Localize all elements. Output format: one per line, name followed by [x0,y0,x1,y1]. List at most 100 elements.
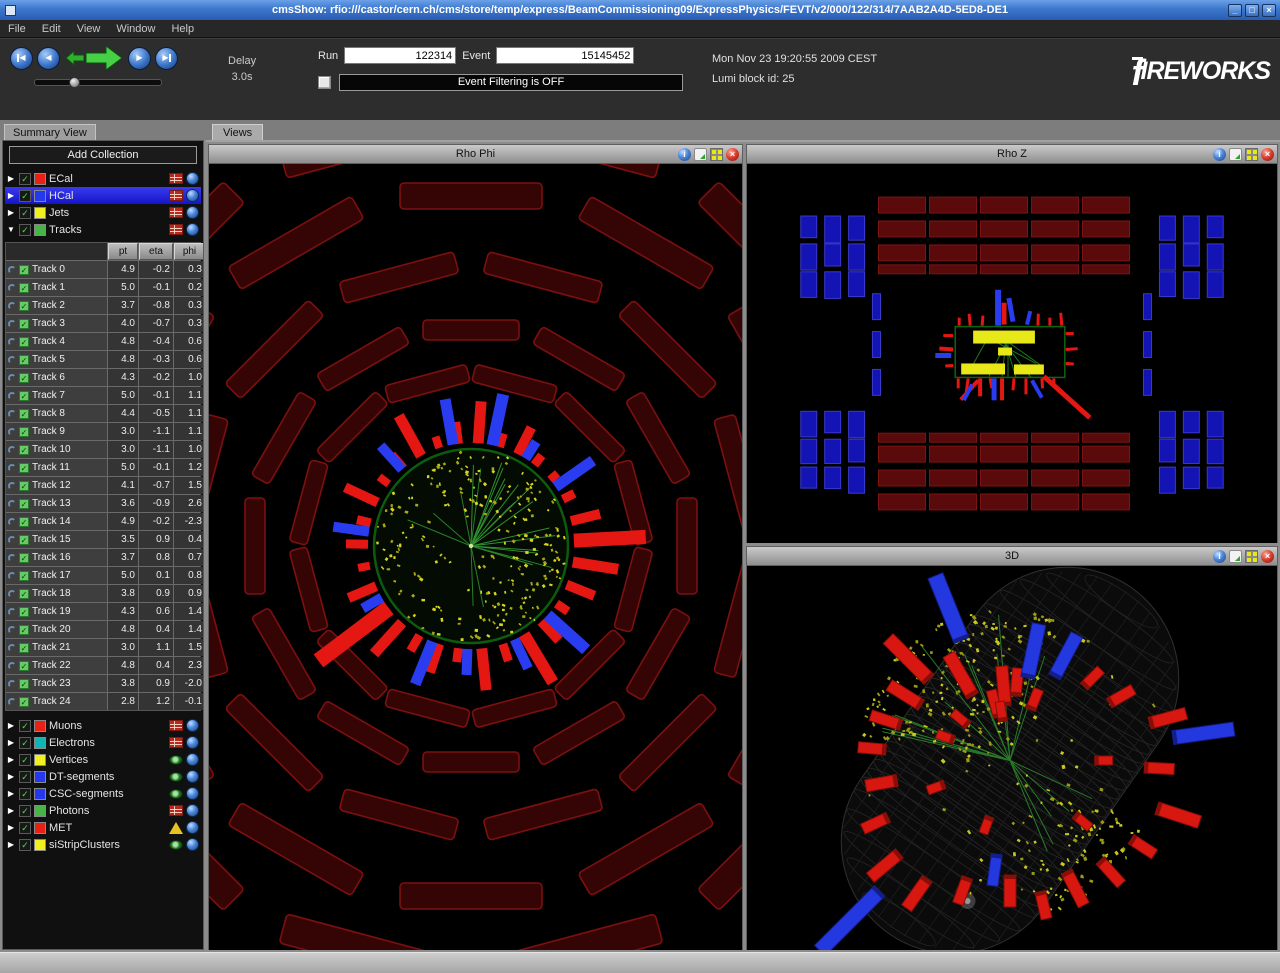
tab-summary-view[interactable]: Summary View [4,124,96,140]
track-row[interactable]: ✓Track 22 [6,657,107,674]
color-swatch[interactable] [34,720,46,732]
track-checkbox[interactable]: ✓ [19,409,29,419]
warning-icon[interactable] [169,822,183,834]
color-swatch[interactable] [34,207,46,219]
info-button[interactable]: i [1213,148,1226,161]
track-row[interactable]: ✓Track 13 [6,495,107,512]
track-checkbox[interactable]: ✓ [19,661,29,671]
tab-views[interactable]: Views [212,124,263,140]
track-checkbox[interactable]: ✓ [19,517,29,527]
expand-arrow-icon[interactable]: ▶ [6,823,16,832]
track-checkbox[interactable]: ✓ [19,319,29,329]
close-view-button[interactable]: × [1261,550,1274,563]
track-checkbox[interactable]: ✓ [19,499,29,509]
track-checkbox[interactable]: ✓ [19,625,29,635]
track-checkbox[interactable]: ✓ [19,391,29,401]
color-swatch[interactable] [34,754,46,766]
expand-arrow-icon[interactable]: ▶ [6,789,16,798]
table-icon[interactable] [169,737,183,748]
collection-row-photons[interactable]: ▶✓Photons [5,802,201,819]
maximize-view-button[interactable] [1245,148,1258,161]
track-checkbox[interactable]: ✓ [19,283,29,293]
info-sphere-icon[interactable] [186,206,199,219]
collection-row-tracks[interactable]: ▼✓Tracks [5,221,201,238]
track-row[interactable]: ✓Track 9 [6,423,107,440]
collection-row-electrons[interactable]: ▶✓Electrons [5,734,201,751]
table-icon[interactable] [169,720,183,731]
visibility-checkbox[interactable]: ✓ [19,754,31,766]
color-swatch[interactable] [34,839,46,851]
track-checkbox[interactable]: ✓ [19,445,29,455]
track-row[interactable]: ✓Track 16 [6,549,107,566]
visibility-checkbox[interactable]: ✓ [19,771,31,783]
track-checkbox[interactable]: ✓ [19,571,29,581]
visibility-checkbox[interactable]: ✓ [19,224,31,236]
close-view-button[interactable]: × [1261,148,1274,161]
expand-arrow-icon[interactable]: ▶ [6,721,16,730]
track-checkbox[interactable]: ✓ [19,607,29,617]
collection-row-met[interactable]: ▶✓MET [5,819,201,836]
column-header-phi[interactable]: phi [174,243,204,260]
track-row[interactable]: ✓Track 14 [6,513,107,530]
visibility-checkbox[interactable]: ✓ [19,737,31,749]
expand-arrow-icon[interactable]: ▶ [6,174,16,183]
expand-arrow-icon[interactable]: ▶ [6,840,16,849]
expand-arrow-icon[interactable]: ▶ [6,755,16,764]
track-checkbox[interactable]: ✓ [19,427,29,437]
rho-phi-header[interactable]: Rho Phi i × [209,145,742,164]
track-checkbox[interactable]: ✓ [19,337,29,347]
track-row[interactable]: ✓Track 24 [6,693,107,710]
track-row[interactable]: ✓Track 8 [6,405,107,422]
eye-icon[interactable] [169,840,183,850]
track-row[interactable]: ✓Track 20 [6,621,107,638]
track-checkbox[interactable]: ✓ [19,643,29,653]
track-row[interactable]: ✓Track 10 [6,441,107,458]
track-row[interactable]: ✓Track 17 [6,567,107,584]
play-forward-arrow-icon[interactable] [86,46,122,70]
collection-row-muons[interactable]: ▶✓Muons [5,717,201,734]
track-checkbox[interactable]: ✓ [19,481,29,491]
collection-row-vertices[interactable]: ▶✓Vertices [5,751,201,768]
visibility-checkbox[interactable]: ✓ [19,720,31,732]
info-sphere-icon[interactable] [186,838,199,851]
expand-arrow-icon[interactable]: ▶ [6,738,16,747]
track-checkbox[interactable]: ✓ [19,265,29,275]
eye-icon[interactable] [169,789,183,799]
expand-arrow-icon[interactable]: ▶ [6,191,16,200]
track-checkbox[interactable]: ✓ [19,301,29,311]
rho-z-header[interactable]: Rho Z i × [747,145,1277,164]
event-slider-handle[interactable] [69,77,80,88]
info-sphere-icon[interactable] [186,223,199,236]
step-back-arrow-icon[interactable] [66,51,84,65]
info-sphere-icon[interactable] [186,172,199,185]
info-button[interactable]: i [678,148,691,161]
undock-button[interactable] [1229,148,1242,161]
menu-help[interactable]: Help [163,20,202,37]
threed-canvas[interactable] [747,566,1277,950]
rho-z-canvas[interactable] [747,164,1277,543]
eye-icon[interactable] [169,755,183,765]
visibility-checkbox[interactable]: ✓ [19,805,31,817]
collection-row-ecal[interactable]: ▶✓ECal [5,170,201,187]
table-icon[interactable] [169,207,183,218]
track-row[interactable]: ✓Track 23 [6,675,107,692]
event-filter-checkbox[interactable] [318,76,331,89]
expand-arrow-icon[interactable]: ▶ [6,208,16,217]
maximize-view-button[interactable] [710,148,723,161]
color-swatch[interactable] [34,822,46,834]
menu-edit[interactable]: Edit [34,20,69,37]
track-row[interactable]: ✓Track 2 [6,297,107,314]
menu-view[interactable]: View [69,20,109,37]
threed-header[interactable]: 3D i × [747,547,1277,566]
track-checkbox[interactable]: ✓ [19,373,29,383]
track-row[interactable]: ✓Track 5 [6,351,107,368]
color-swatch[interactable] [34,224,46,236]
color-swatch[interactable] [34,173,46,185]
color-swatch[interactable] [34,737,46,749]
track-checkbox[interactable]: ✓ [19,589,29,599]
info-sphere-icon[interactable] [186,753,199,766]
add-collection-button[interactable]: Add Collection [9,146,197,164]
previous-event-button[interactable]: ◀ [37,47,60,70]
table-icon[interactable] [169,173,183,184]
table-icon[interactable] [169,190,183,201]
